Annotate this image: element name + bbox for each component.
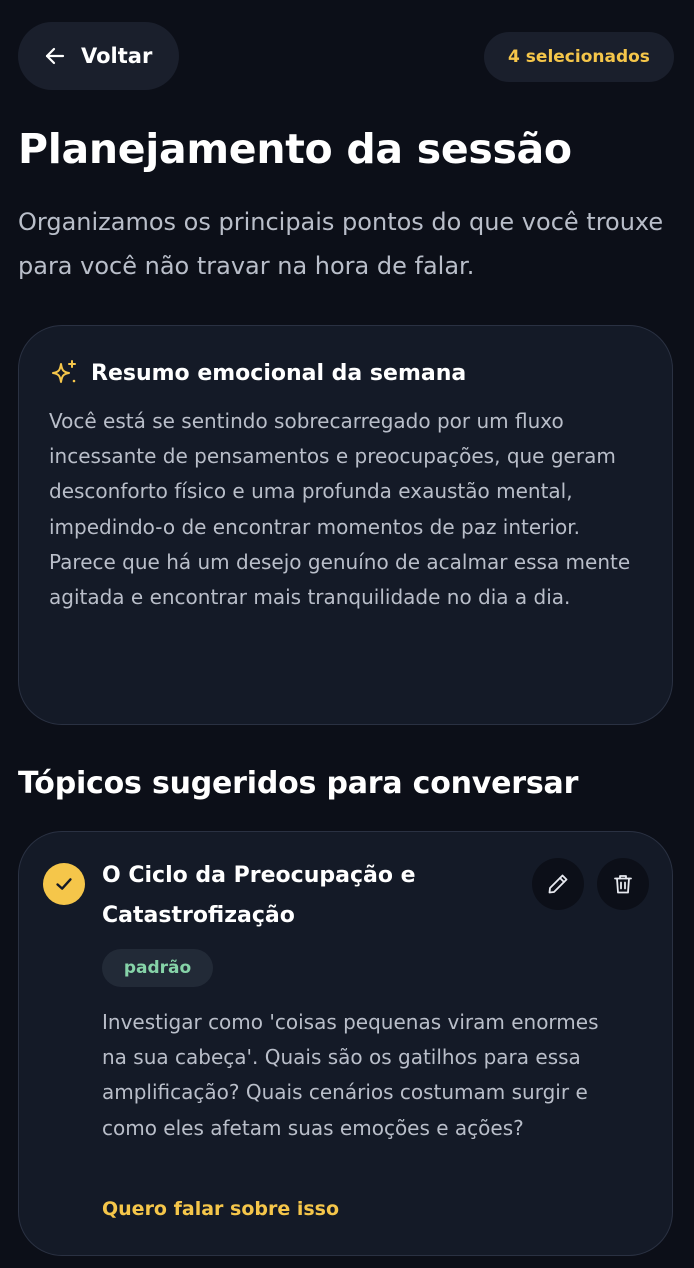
emotional-summary-card: Resumo emocional da semana Você está se …: [18, 325, 673, 725]
top-bar: Voltar 4 selecionados: [18, 22, 674, 90]
edit-topic-button[interactable]: [532, 858, 584, 910]
page-title: Planejamento da sessão: [18, 125, 572, 173]
session-planning-screen: Voltar 4 selecionados Planejamento da se…: [0, 0, 694, 1268]
topic-card: O Ciclo da Preocupação e Catastrofização…: [18, 831, 673, 1256]
sparkles-icon: [52, 360, 76, 383]
pencil-icon: [548, 874, 568, 894]
summary-header: Resumo emocional da semana: [49, 358, 642, 388]
trash-icon: [614, 875, 632, 894]
topic-description: Investigar como 'coisas pequenas viram e…: [102, 1010, 599, 1140]
summary-text: Você está se sentindo sobrecarregado por…: [49, 409, 631, 610]
delete-topic-button[interactable]: [597, 858, 649, 910]
checkmark-icon: [56, 878, 72, 890]
arrow-left-icon: [45, 47, 65, 65]
topic-tag: padrão: [102, 949, 213, 987]
talk-about-this-link[interactable]: Quero falar sobre isso: [102, 1198, 339, 1220]
page-subtitle: Organizamos os principais pontos do que …: [18, 208, 664, 280]
back-button[interactable]: Voltar: [18, 22, 179, 90]
topics-section-title: Tópicos sugeridos para conversar: [18, 766, 579, 801]
topic-title: O Ciclo da Preocupação e Catastrofização: [102, 863, 416, 928]
selected-count-badge: 4 selecionados: [484, 32, 674, 82]
back-button-label: Voltar: [81, 44, 153, 68]
topic-selected-checkbox[interactable]: [43, 863, 85, 905]
summary-title: Resumo emocional da semana: [91, 360, 467, 386]
